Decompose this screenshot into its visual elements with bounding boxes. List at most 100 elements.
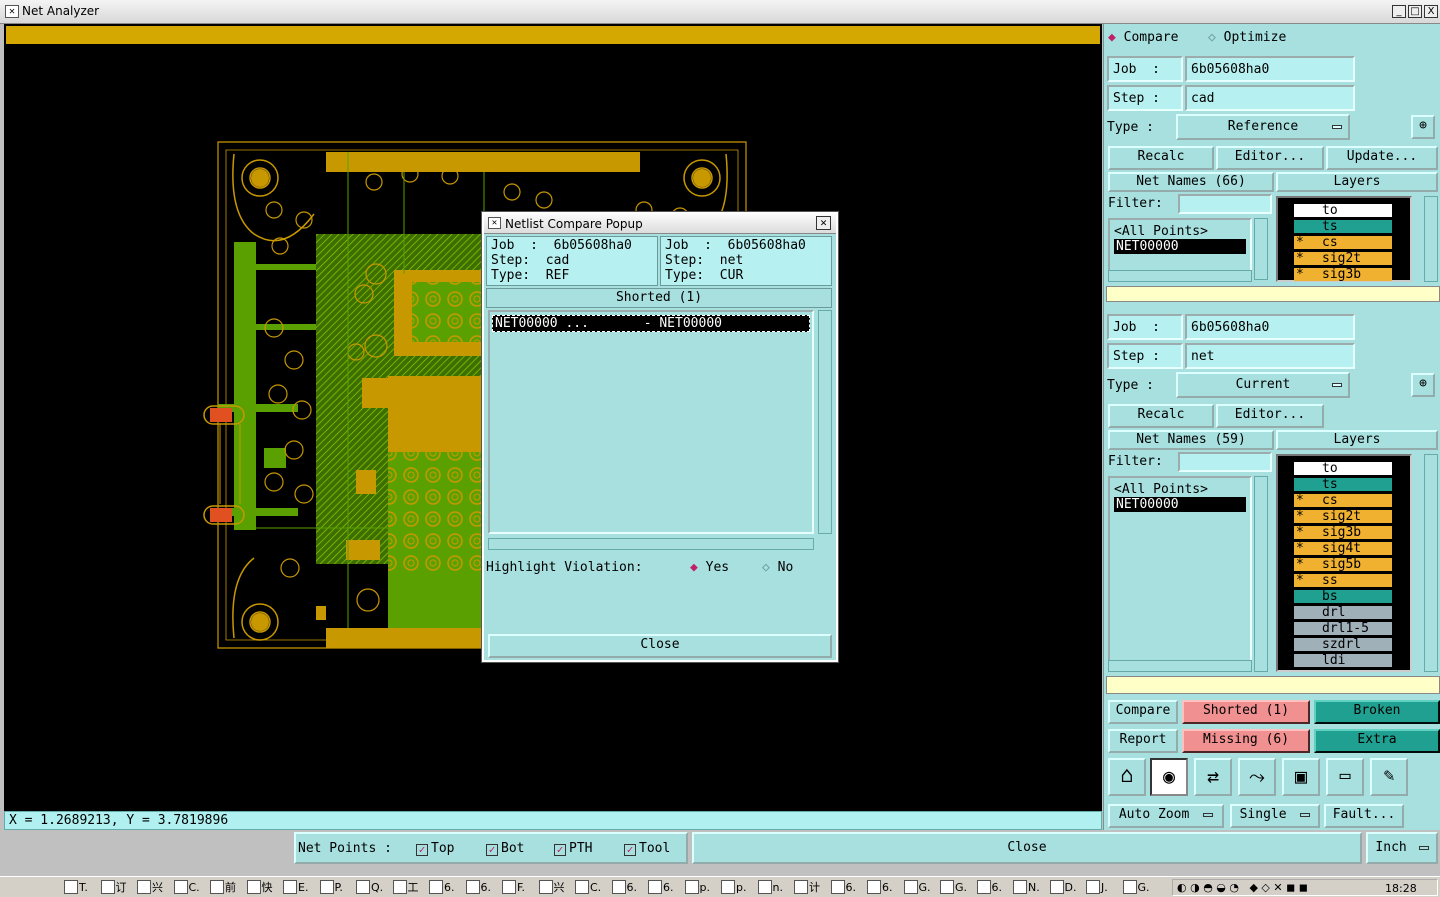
ruler-icon-button[interactable]: ▭ [1326,758,1364,796]
ref-type-dropdown[interactable]: Reference [1176,114,1350,140]
compare-button[interactable]: Compare [1108,700,1178,724]
taskbar-item[interactable]: D. [1049,879,1076,896]
cur-layer-item[interactable]: * sig5b [1294,558,1392,571]
ref-layer-list-vscroll[interactable] [1424,196,1438,282]
ref-step-field[interactable]: cad [1185,85,1355,111]
shorted-list-row[interactable]: NET00000 ... - NET00000 [492,315,810,332]
tool-checkbox[interactable]: ✓ Tool [624,841,670,856]
cur-layer-item[interactable]: szdrl [1294,638,1392,651]
taskbar-item[interactable]: 兴 [538,879,565,896]
taskbar-item[interactable]: 6. [976,879,1002,896]
taskbar-item[interactable]: 6. [429,879,455,896]
taskbar-item[interactable]: 6. [648,879,674,896]
taskbar-item[interactable]: J. [1086,879,1108,896]
taskbar-item[interactable]: G. [903,879,931,896]
ref-filter-input[interactable] [1178,194,1272,214]
highlight-yes-radio[interactable]: ◆ Yes [690,560,729,575]
taskbar-item[interactable]: N. [1013,879,1040,896]
main-close-button[interactable]: Close [692,832,1362,864]
minimize-button[interactable]: _ [1392,5,1406,18]
shorted-list-hscroll[interactable] [488,538,814,550]
cur-layer-list-vscroll[interactable] [1424,454,1438,672]
taskbar-item[interactable]: C. [173,879,200,896]
single-dropdown[interactable]: Single [1230,804,1320,828]
taskbar-item[interactable]: P. [319,879,343,896]
ref-layer-item[interactable]: ts [1294,220,1392,233]
taskbar-item[interactable]: 6. [611,879,637,896]
units-dropdown[interactable]: Inch [1366,832,1438,864]
list-item-selected[interactable]: NET00000 [1114,239,1246,254]
missing-button[interactable]: Missing (6) [1182,729,1310,753]
taskbar-item[interactable]: 6. [830,879,856,896]
cur-layer-item[interactable]: * cs [1294,494,1392,507]
ref-job-field[interactable]: 6b05608ha0 [1185,56,1355,82]
taskbar-item[interactable]: 快 [246,879,273,896]
cur-layer-list[interactable]: to ts * cs * sig2t * sig3b * sig4t * sig5b * ss bs drl d… [1276,454,1412,672]
list-item[interactable]: <All Points> [1110,220,1250,239]
cur-layer-item[interactable]: * sig2t [1294,510,1392,523]
taskbar-item[interactable]: G. [1122,879,1150,896]
ref-zoom-button[interactable]: ⊕ [1411,115,1435,139]
probe-icon-button[interactable]: ✎ [1370,758,1408,796]
taskbar-item[interactable]: Q. [356,879,383,896]
cur-layer-item[interactable]: to [1294,462,1392,475]
ref-net-list-hscroll[interactable] [1108,270,1252,282]
taskbar-item[interactable]: n. [757,879,783,896]
home-icon-button[interactable]: ⌂ [1108,758,1146,796]
cur-layer-item[interactable]: bs [1294,590,1392,603]
ref-layer-item[interactable]: to [1294,204,1392,217]
extra-button[interactable]: Extra [1314,729,1440,753]
route-icon-button[interactable]: ⤳ [1238,758,1276,796]
taskbar-item[interactable]: 兴 [137,879,163,896]
ref-layer-item[interactable]: * sig3b [1294,268,1392,281]
popup-close-button[interactable]: Close [488,634,832,658]
taskbar-item[interactable]: p. [684,879,710,896]
taskbar-item[interactable]: p. [721,879,746,896]
top-checkbox[interactable]: ✓ Top [416,841,454,856]
maximize-button[interactable]: □ [1408,5,1422,18]
cur-filter-input[interactable] [1178,452,1272,472]
cur-net-list-hscroll[interactable] [1108,660,1252,672]
snapshot-icon-button[interactable]: ◉ [1150,758,1188,796]
highlight-no-radio[interactable]: ◇ No [762,560,793,575]
ref-layer-list[interactable]: to ts * cs * sig2t * sig3b [1276,196,1412,282]
taskbar-item[interactable]: F. [502,879,525,896]
taskbar-item[interactable]: 6. [867,879,893,896]
cur-layer-item[interactable]: ts [1294,478,1392,491]
taskbar-item[interactable]: T. [64,879,88,896]
cur-layer-item[interactable]: * ss [1294,574,1392,587]
list-item-selected[interactable]: NET00000 [1114,497,1246,512]
cur-editor-button[interactable]: Editor... [1216,404,1324,428]
cur-step-field[interactable]: net [1185,343,1355,369]
ref-editor-button[interactable]: Editor... [1216,146,1324,170]
taskbar-item[interactable]: C. [575,879,601,896]
report-button[interactable]: Report [1108,729,1178,753]
start-button[interactable]: 开始 [2,879,53,896]
ref-net-list-vscroll[interactable] [1254,218,1268,280]
cur-net-list-vscroll[interactable] [1254,476,1268,672]
window-icon-button[interactable]: ▣ [1282,758,1320,796]
taskbar-item[interactable]: 订 [100,879,127,896]
bot-checkbox[interactable]: ✓ Bot [486,841,524,856]
taskbar-item[interactable]: 前 [210,879,236,896]
cur-layer-item[interactable]: ldi [1294,654,1392,667]
shorted-list-vscroll[interactable] [818,310,832,534]
ref-recalc-button[interactable]: Recalc [1108,146,1214,170]
cur-zoom-button[interactable]: ⊕ [1411,373,1435,397]
cur-layer-item[interactable]: drl [1294,606,1392,619]
shorted-button[interactable]: Shorted (1) [1182,700,1310,724]
taskbar-item[interactable]: 计 [794,879,820,896]
taskbar-item[interactable]: 工 [392,879,419,896]
taskbar-item[interactable]: 6. [465,879,491,896]
ref-update-button[interactable]: Update... [1326,146,1438,170]
flip-icon-button[interactable]: ⇄ [1194,758,1232,796]
popup-close-icon[interactable]: ✕ [816,216,831,230]
cur-recalc-button[interactable]: Recalc [1108,404,1214,428]
ref-layer-item[interactable]: * cs [1294,236,1392,249]
cur-layer-item[interactable]: * sig4t [1294,542,1392,555]
compare-radio[interactable]: ◆ Compare [1108,30,1178,45]
autozoom-dropdown[interactable]: Auto Zoom [1108,804,1224,828]
taskbar-item[interactable]: G. [940,879,967,896]
fault-button[interactable]: Fault... [1324,804,1404,828]
cur-type-dropdown[interactable]: Current [1176,372,1350,398]
